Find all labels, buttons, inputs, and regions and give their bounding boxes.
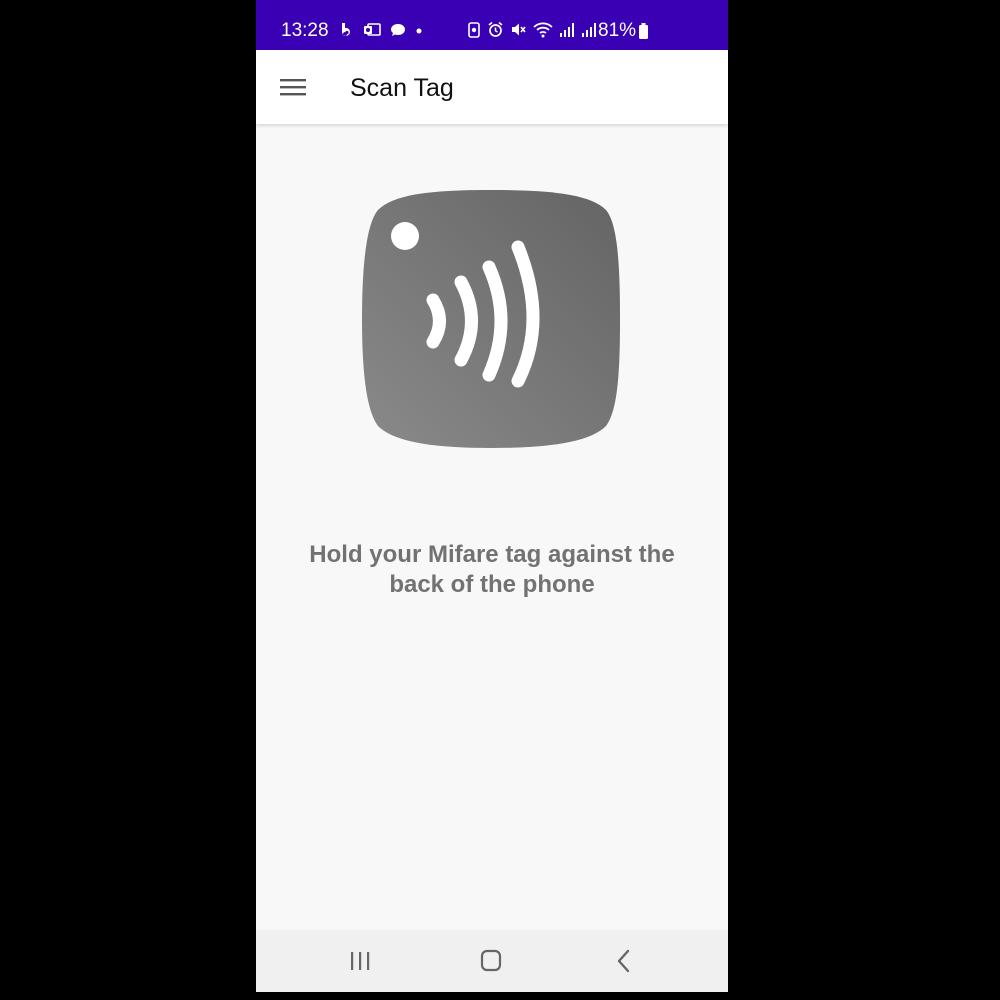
status-bar: 13:28 81% (256, 0, 728, 50)
outlook-icon (364, 23, 381, 36)
b-app-icon (342, 23, 350, 36)
recent-apps-icon (351, 952, 370, 970)
mute-icon (512, 23, 526, 36)
system-nav-bar (256, 930, 728, 992)
signal-icon (582, 23, 596, 37)
instruction-line-1: Hold your Mifare tag against the (309, 541, 675, 568)
chat-bubble-icon (391, 24, 405, 36)
hamburger-menu-icon (280, 79, 306, 96)
instruction-line-2: back of the phone (389, 571, 595, 598)
back-button[interactable] (604, 944, 644, 978)
status-time: 13:28 (281, 20, 329, 41)
app-bar: Scan Tag (256, 50, 728, 124)
wifi-icon (533, 22, 553, 38)
dot-icon (416, 28, 422, 34)
menu-button[interactable] (270, 67, 314, 107)
recent-apps-button[interactable] (340, 944, 380, 978)
screenshot-icon (468, 21, 480, 38)
signal-icon (560, 23, 574, 37)
nfc-tag-icon (362, 190, 620, 448)
battery-icon (639, 23, 648, 39)
home-icon (480, 949, 502, 972)
scan-instruction: Hold your Mifare tag against the back of… (286, 540, 698, 600)
back-icon (617, 949, 630, 973)
battery-percent: 81% (598, 20, 637, 41)
phone-screen: 13:28 81% Scan Tag Hold your Mifare tag … (256, 0, 728, 992)
system-status-icons (467, 21, 597, 38)
page-title: Scan Tag (350, 74, 454, 102)
alarm-icon (488, 21, 503, 37)
home-button[interactable] (471, 944, 511, 978)
notification-icons (340, 22, 423, 38)
